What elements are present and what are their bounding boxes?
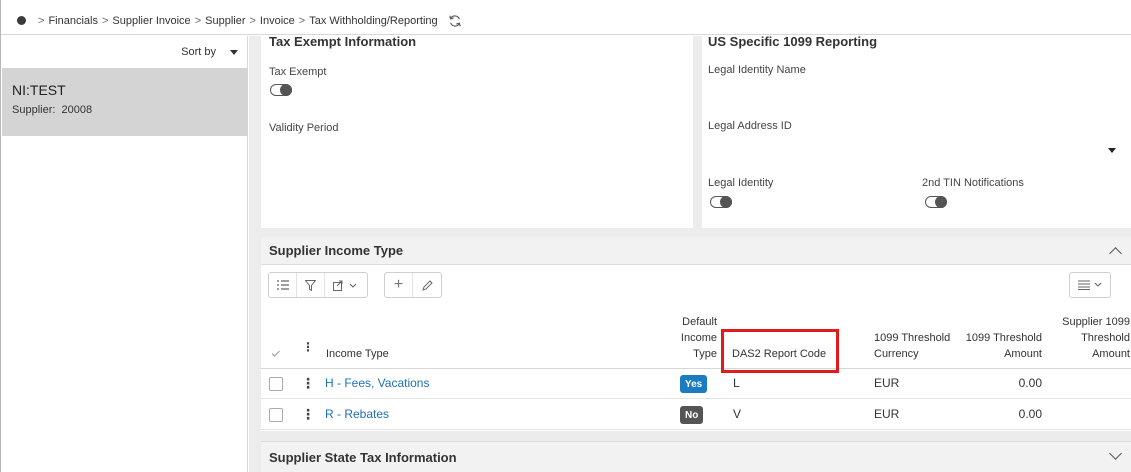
- select-all-check-icon[interactable]: [271, 350, 280, 357]
- col-income-type[interactable]: Income Type: [326, 346, 389, 362]
- row-kebab-icon[interactable]: ⋮: [301, 407, 315, 421]
- chevron-right-icon: >: [101, 14, 109, 27]
- col-default-income-type[interactable]: Default Income Type: [661, 314, 717, 362]
- col-amount-line2: Amount: [1004, 348, 1042, 360]
- edit-icon[interactable]: [413, 273, 441, 297]
- list-icon[interactable]: [269, 273, 297, 297]
- col-threshold-amount[interactable]: 1099 Threshold Amount: [956, 330, 1042, 362]
- legal-identity-toggle[interactable]: [710, 196, 732, 208]
- toolbar-group-view: [268, 272, 368, 298]
- state-tax-section-header[interactable]: Supplier State Tax Information: [261, 441, 1131, 472]
- threshold-currency: EUR: [874, 376, 900, 390]
- lines-icon: [1078, 280, 1090, 290]
- col-threshold-currency[interactable]: 1099 Threshold Currency: [874, 330, 950, 362]
- income-type-section-header[interactable]: Supplier Income Type: [261, 237, 1131, 265]
- breadcrumb-current-page: Tax Withholding/Reporting: [309, 14, 438, 27]
- record-list-panel: Sort by NI:TEST Supplier: 20008: [2, 36, 248, 472]
- col-supplier-line3: Amount: [1092, 348, 1130, 360]
- sort-label: Sort by: [181, 46, 216, 58]
- row-checkbox[interactable]: [269, 408, 283, 422]
- row-checkbox[interactable]: [269, 377, 283, 391]
- state-tax-title: Supplier State Tax Information: [269, 449, 457, 465]
- collapse-icon[interactable]: [1109, 247, 1122, 260]
- add-icon[interactable]: +: [385, 273, 413, 297]
- row-kebab-icon[interactable]: ⋮: [301, 376, 315, 390]
- app-frame: > Financials > Supplier Invoice > Suppli…: [0, 0, 1131, 472]
- table-toolbar: +: [268, 272, 442, 298]
- column-layout-dropdown[interactable]: [1069, 272, 1111, 298]
- tin-notifications-toggle[interactable]: [925, 196, 947, 208]
- das2-code: V: [733, 407, 742, 421]
- legal-address-label: Legal Address ID: [708, 120, 792, 132]
- export-dropdown-icon[interactable]: [325, 273, 367, 297]
- tax-exempt-title: Tax Exempt Information: [269, 34, 417, 49]
- sort-dropdown[interactable]: Sort by: [2, 36, 248, 68]
- us-1099-card: US Specific 1099 Reporting Legal Identit…: [702, 34, 1131, 228]
- default-badge-no: No: [680, 406, 704, 424]
- record-item-selected[interactable]: NI:TEST Supplier: 20008: [2, 68, 248, 136]
- record-name: NI:TEST: [12, 82, 66, 98]
- table-row[interactable]: ⋮ H - Fees, Vacations Yes L EUR 0.00: [261, 369, 1131, 399]
- chevron-right-icon: >: [298, 14, 306, 27]
- threshold-amount: 0.00: [1018, 376, 1042, 390]
- record-supplier-label: Supplier:: [12, 104, 56, 116]
- home-icon[interactable]: [17, 16, 26, 25]
- tax-exempt-card: Tax Exempt Information Tax Exempt Validi…: [261, 34, 693, 228]
- chevron-down-icon: [1094, 282, 1102, 287]
- col-default-line3: Type: [693, 348, 717, 360]
- table-row[interactable]: ⋮ R - Rebates No V EUR 0.00: [261, 400, 1131, 430]
- col-supplier-threshold-amount[interactable]: Supplier 1099 Threshold Amount: [1051, 314, 1130, 362]
- breadcrumb-supplier[interactable]: Supplier: [205, 15, 245, 27]
- breadcrumb: > Financials > Supplier Invoice > Suppli…: [1, 7, 1131, 35]
- legal-identity-label: Legal Identity: [708, 177, 774, 189]
- record-supplier: Supplier: 20008: [12, 104, 248, 116]
- chevron-right-icon: >: [249, 14, 256, 27]
- chevron-right-icon: >: [38, 14, 45, 27]
- breadcrumb-financials[interactable]: Financials: [48, 15, 98, 27]
- tax-exempt-label: Tax Exempt: [269, 66, 327, 78]
- legal-identity-name-label: Legal Identity Name: [708, 64, 806, 76]
- toolbar-group-edit: +: [384, 272, 442, 298]
- breadcrumb-supplier-invoice[interactable]: Supplier Invoice: [112, 15, 190, 27]
- legal-address-dropdown-icon[interactable]: [1108, 148, 1116, 153]
- col-default-line1: Default: [682, 316, 717, 328]
- expand-icon[interactable]: [1109, 447, 1122, 460]
- col-supplier-line1: Supplier 1099: [1062, 316, 1130, 328]
- tin-notifications-label: 2nd TIN Notifications: [922, 177, 1024, 189]
- highlight-box: [721, 329, 839, 373]
- col-supplier-line2: Threshold: [1081, 332, 1130, 344]
- validity-period-label: Validity Period: [269, 122, 339, 134]
- income-type-link[interactable]: R - Rebates: [325, 407, 389, 421]
- threshold-currency: EUR: [874, 407, 900, 421]
- caret-down-icon: [230, 49, 238, 55]
- income-type-title: Supplier Income Type: [269, 243, 404, 258]
- refresh-icon[interactable]: [448, 14, 462, 28]
- threshold-amount: 0.00: [1018, 407, 1042, 421]
- default-badge-yes: Yes: [680, 375, 708, 393]
- us-1099-title: US Specific 1099 Reporting: [708, 34, 878, 49]
- tax-exempt-toggle[interactable]: [270, 84, 292, 96]
- col-currency-line1: 1099 Threshold: [874, 332, 951, 344]
- das2-code: L: [733, 376, 740, 390]
- header-kebab-icon[interactable]: ⋮: [302, 340, 314, 354]
- col-default-line2: Income: [680, 332, 717, 344]
- filter-icon[interactable]: [297, 273, 325, 297]
- col-amount-line1: 1099 Threshold: [965, 332, 1042, 344]
- income-type-link[interactable]: H - Fees, Vacations: [325, 376, 429, 390]
- record-supplier-value: 20008: [61, 104, 93, 116]
- breadcrumb-invoice[interactable]: Invoice: [260, 15, 295, 27]
- col-currency-line2: Currency: [874, 348, 919, 360]
- chevron-right-icon: >: [194, 14, 202, 27]
